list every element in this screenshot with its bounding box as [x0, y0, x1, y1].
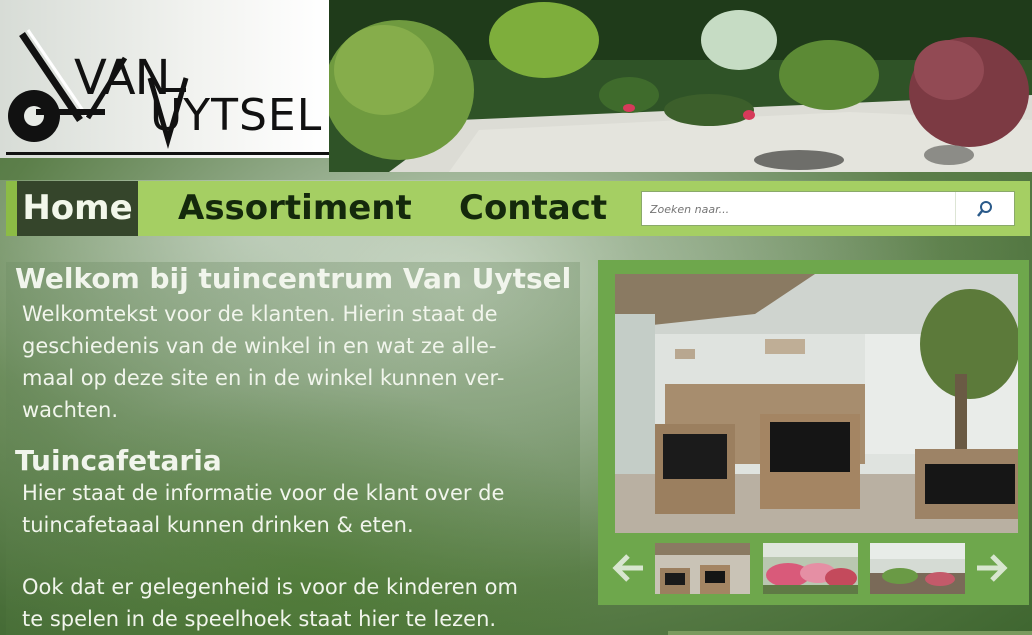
nav-item-assortiment[interactable]: Assortiment: [178, 181, 412, 236]
logo-text-uytsel: UYTSEL: [150, 90, 323, 141]
slider-next-button[interactable]: [975, 552, 1009, 584]
section-title-tuincafetaria: Tuincafetaria: [15, 444, 222, 477]
nav-item-contact[interactable]: Contact: [459, 181, 607, 236]
intro-line: maal op deze site en in de winkel kunnen…: [22, 366, 505, 390]
slider-thumbnail[interactable]: [870, 543, 965, 594]
cafetaria-paragraph: Hier staat de informatie voor de klant o…: [22, 477, 582, 541]
cafetaria-line: tuincafetaaal kunnen drinken & eten.: [22, 513, 414, 537]
playground-line: Ook dat er gelegenheid is voor de kinder…: [22, 575, 518, 599]
slider-thumbnail[interactable]: [655, 543, 750, 594]
cafetaria-line: Hier staat de informatie voor de klant o…: [22, 481, 505, 505]
search-input[interactable]: [648, 192, 952, 227]
slider-main-image[interactable]: [615, 274, 1018, 533]
header-banner-image: [329, 0, 1032, 172]
intro-paragraph: Welkomtekst voor de klanten. Hierin staa…: [22, 298, 582, 426]
logo-underline: [6, 152, 329, 155]
logo[interactable]: VAN UYTSEL: [0, 0, 329, 158]
page-title: Welkom bij tuincentrum Van Uytsel: [15, 262, 572, 295]
playground-line: te spelen in de speelhoek staat hier te …: [22, 607, 497, 631]
search-button[interactable]: [955, 192, 1014, 225]
slider-thumbnail[interactable]: [763, 543, 858, 594]
search-box: [641, 191, 1015, 227]
intro-line: wachten.: [22, 398, 119, 422]
slider-prev-button[interactable]: [611, 552, 645, 584]
playground-paragraph: Ook dat er gelegenheid is voor de kinder…: [22, 571, 582, 635]
nav-item-home[interactable]: Home: [17, 181, 138, 236]
arrow-right-icon: [977, 554, 1008, 582]
intro-line: geschiedenis van de winkel in en wat ze …: [22, 334, 497, 358]
intro-line: Welkomtekst voor de klanten. Hierin staa…: [22, 302, 498, 326]
arrow-left-icon: [612, 554, 643, 582]
footer-divider: [668, 631, 1032, 635]
nav-accent-bar: [6, 181, 17, 236]
main-navigation: Home Assortiment Contact: [6, 181, 1030, 236]
search-icon: [977, 201, 992, 217]
